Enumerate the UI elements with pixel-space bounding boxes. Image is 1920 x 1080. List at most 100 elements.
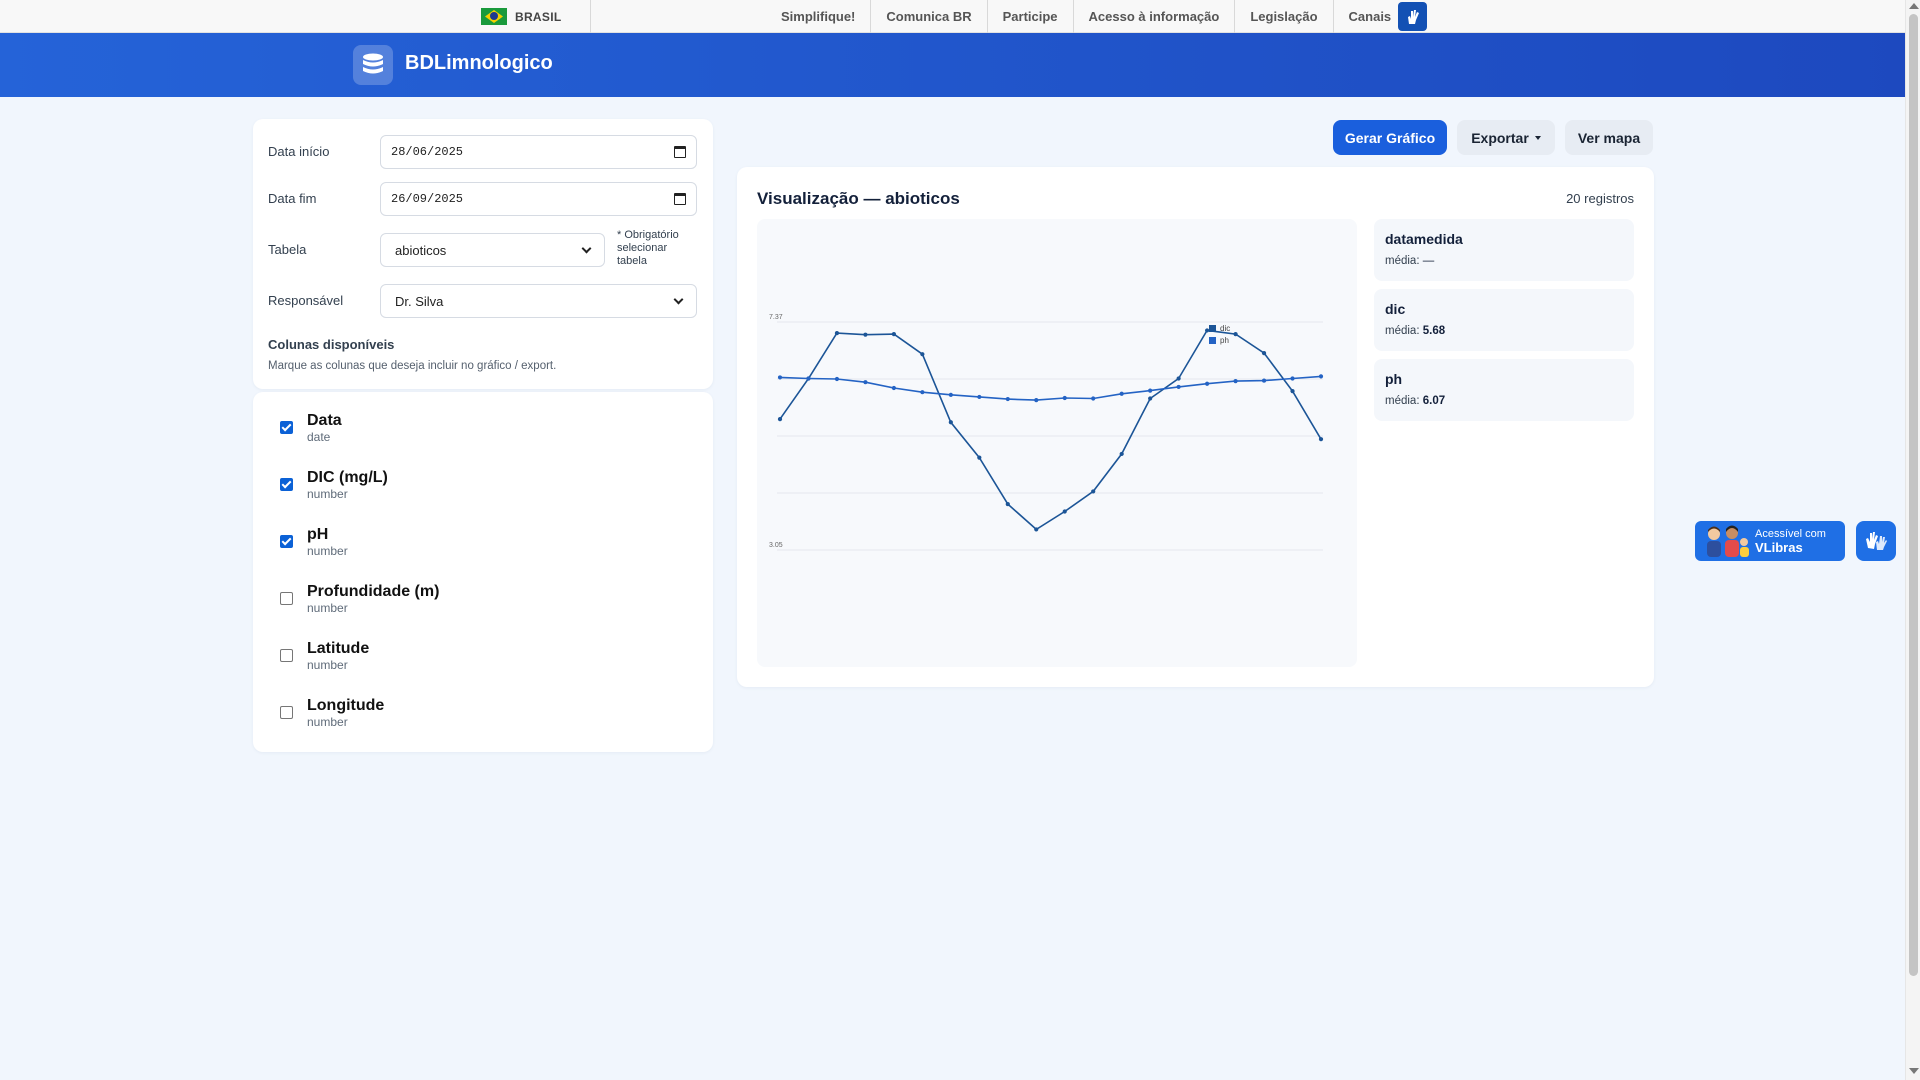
data-point-dic	[1148, 396, 1153, 401]
checkbox[interactable]	[280, 706, 293, 719]
filter-panel: Data início 28/06/2025 Data fim 26/09/20…	[253, 119, 713, 389]
export-button[interactable]: Exportar	[1457, 120, 1555, 155]
brazil-flag-icon	[481, 8, 507, 25]
legend-label-ph: ph	[1220, 336, 1229, 345]
column-type: date	[307, 430, 331, 444]
column-item-latitude[interactable]: Latitude number	[280, 640, 369, 672]
gov-link-participe[interactable]: Participe	[988, 0, 1074, 33]
data-point-dic	[1062, 509, 1067, 514]
record-count: 20 registros	[1566, 191, 1634, 206]
data-point-dic	[863, 332, 868, 337]
gov-brasil-link[interactable]: BRASIL	[481, 0, 591, 33]
end-date-label: Data fim	[268, 191, 317, 206]
data-point-ph	[1261, 378, 1267, 383]
table-label: Tabela	[268, 242, 307, 257]
data-point-dic	[1091, 489, 1096, 494]
y-tick-label: 3.05	[769, 542, 783, 549]
y-tick-label: 7.37	[769, 314, 783, 321]
calendar-icon[interactable]	[674, 193, 686, 205]
stat-name: dic	[1385, 301, 1406, 317]
column-type: number	[307, 601, 348, 615]
column-name: DIC (mg/L)	[307, 469, 388, 486]
legend-swatch-dic	[1209, 325, 1216, 332]
column-name: pH	[307, 526, 329, 543]
start-date-input[interactable]: 28/06/2025	[380, 135, 697, 169]
series-line-dic	[779, 329, 1322, 531]
column-type: number	[307, 544, 348, 558]
data-point-dic	[1005, 501, 1010, 507]
data-point-ph	[834, 376, 840, 382]
data-point-dic	[1290, 389, 1295, 394]
stat-value: 5.68	[1422, 325, 1446, 337]
column-name: Longitude	[307, 697, 385, 714]
data-point-ph	[891, 385, 896, 391]
data-point-ph	[863, 380, 868, 385]
checkbox[interactable]	[280, 421, 293, 434]
gov-link-acesso[interactable]: Acesso à informação	[1074, 0, 1236, 33]
gov-link-simplifique[interactable]: Simplifique!	[766, 0, 872, 33]
stat-label: média:	[1385, 255, 1420, 267]
data-point-ph	[1091, 396, 1096, 401]
data-point-ph	[1148, 388, 1153, 393]
export-label: Exportar	[1471, 129, 1529, 146]
checkbox[interactable]	[280, 649, 293, 662]
series-line-ph	[779, 375, 1322, 401]
columns-title: Colunas disponíveis	[268, 337, 395, 352]
data-point-dic	[891, 332, 896, 337]
vlibras-banner[interactable]: Acessível com VLibras	[1695, 521, 1845, 561]
vlibras-button[interactable]	[1856, 521, 1896, 561]
column-item-dic[interactable]: DIC (mg/L) number	[280, 469, 388, 501]
data-point-ph	[1205, 381, 1210, 386]
columns-subtitle: Marque as colunas que deseja incluir no …	[268, 360, 557, 372]
generate-chart-button[interactable]: Gerar Gráfico	[1333, 120, 1447, 155]
columns-panel: Data date DIC (mg/L) number pH number Pr…	[253, 392, 713, 752]
legend-swatch-ph	[1209, 337, 1216, 344]
data-point-ph	[1062, 395, 1067, 401]
data-point-ph	[1233, 379, 1238, 384]
column-name: Data	[307, 412, 342, 429]
stat-card-datamedida: datamedida média: —	[1374, 219, 1634, 281]
gov-country-label: BRASIL	[515, 9, 562, 24]
data-point-ph	[920, 390, 925, 395]
stat-label: média:	[1385, 395, 1420, 407]
chevron-down-icon	[581, 243, 592, 253]
stat-name: ph	[1385, 371, 1403, 387]
app-header: BDLimnologico	[0, 33, 1905, 97]
end-date-input[interactable]: 26/09/2025	[380, 182, 697, 216]
line-chart[interactable]: 7.37 3.05 dic ph	[757, 219, 1357, 667]
column-item-data[interactable]: Data date	[280, 412, 342, 444]
data-point-ph	[1176, 384, 1181, 390]
caret-down-icon	[1534, 135, 1541, 140]
app-title[interactable]: BDLimnologico	[405, 52, 553, 75]
data-point-ph	[1318, 374, 1324, 379]
calendar-icon[interactable]	[674, 146, 686, 158]
start-date-value: 28/06/2025	[391, 145, 464, 159]
scroll-down-arrow-icon[interactable]	[1909, 1068, 1919, 1074]
scrollbar-thumb[interactable]	[1909, 14, 1918, 976]
end-date-value: 26/09/2025	[391, 192, 464, 206]
vlibras-bottom-text: VLibras	[1755, 539, 1803, 555]
stat-card-dic: dic média: 5.68	[1374, 289, 1634, 351]
checkbox[interactable]	[280, 535, 293, 548]
scroll-up-arrow-icon[interactable]	[1909, 3, 1919, 9]
gov-link-canais[interactable]: Canais	[1334, 0, 1407, 33]
stat-card-ph: ph média: 6.07	[1374, 359, 1634, 421]
vlibras-people-icon	[1707, 525, 1749, 557]
gov-link-comunica[interactable]: Comunica BR	[871, 0, 988, 33]
database-icon	[353, 45, 393, 85]
page-scrollbar[interactable]	[1905, 0, 1920, 1080]
gov-link-legislacao[interactable]: Legislação	[1235, 0, 1334, 33]
data-point-dic	[920, 352, 925, 357]
required-note: * Obrigatório selecionar tabela	[617, 229, 679, 267]
data-point-dic	[1176, 376, 1181, 381]
column-item-ph[interactable]: pH number	[280, 526, 348, 558]
accessibility-hand-button[interactable]	[1398, 2, 1427, 31]
column-item-profundidade[interactable]: Profundidade (m) number	[280, 583, 439, 615]
checkbox[interactable]	[280, 592, 293, 605]
checkbox[interactable]	[280, 478, 293, 491]
responsible-select[interactable]: Dr. Silva	[380, 284, 697, 318]
table-select[interactable]: abioticos	[380, 233, 605, 267]
column-item-longitude[interactable]: Longitude number	[280, 697, 384, 729]
chart-panel: Visualização — abioticos 20 registros 7.…	[737, 167, 1654, 687]
view-map-button[interactable]: Ver mapa	[1565, 120, 1653, 155]
